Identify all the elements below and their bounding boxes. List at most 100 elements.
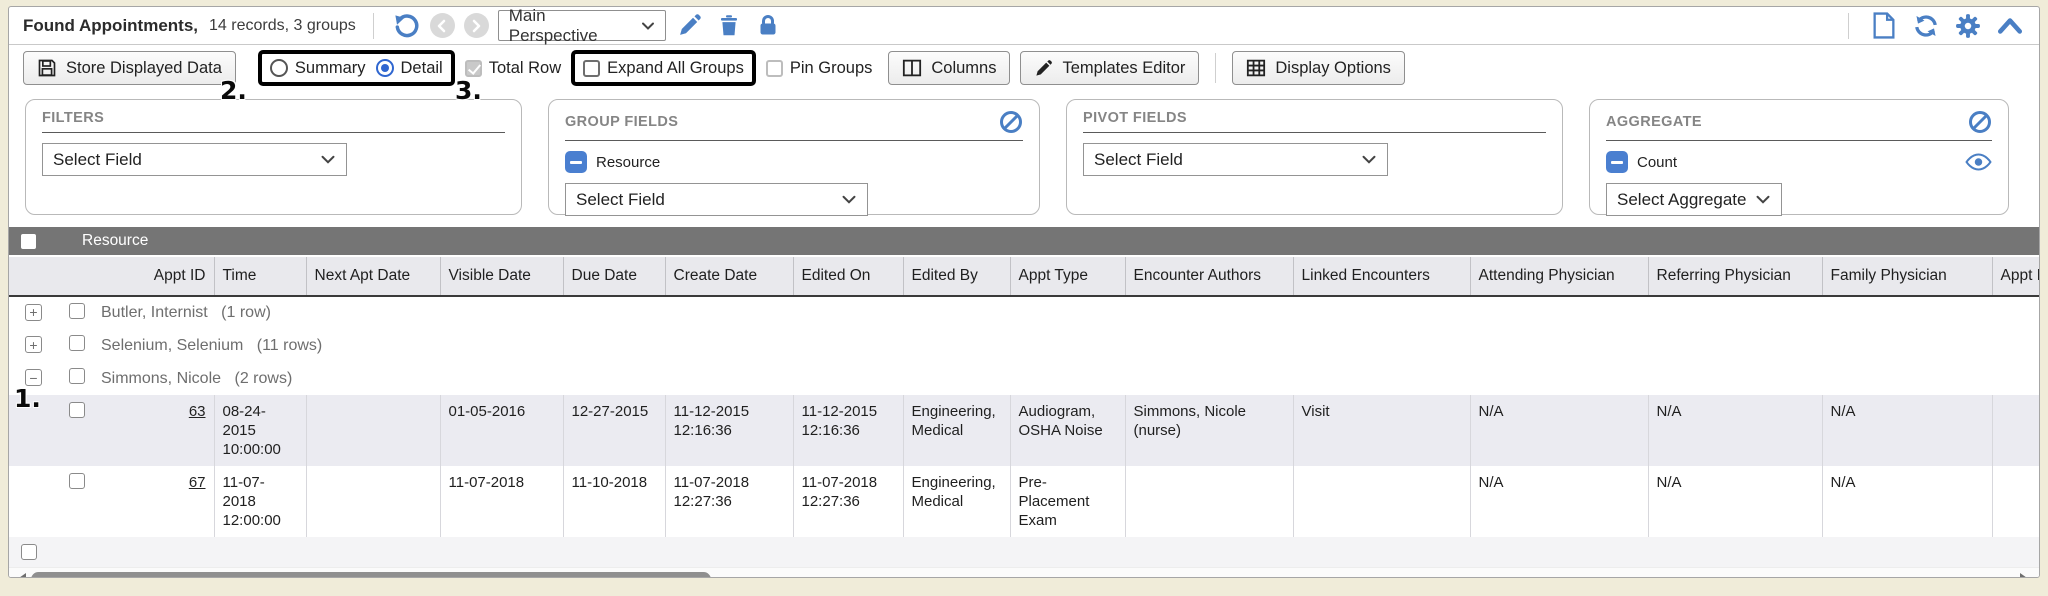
select-all-checkbox[interactable] <box>21 234 36 249</box>
column-header[interactable]: Due Date <box>563 256 665 296</box>
column-header[interactable]: Encounter Authors <box>1125 256 1293 296</box>
cell-family-physician: N/A <box>1822 395 1992 466</box>
checkbox-column-header <box>54 256 99 296</box>
aggregate-chip-label: Count <box>1637 154 1677 171</box>
save-icon <box>37 58 57 78</box>
cell-attending-physician: N/A <box>1470 466 1648 537</box>
column-header[interactable]: Linked Encounters <box>1293 256 1470 296</box>
templates-editor-button[interactable]: Templates Editor <box>1020 51 1199 85</box>
table-row: 63 08-24-2015 10:00:00 01-05-2016 12-27-… <box>9 395 2040 466</box>
total-row-checkbox[interactable]: Total Row <box>465 59 561 78</box>
column-header[interactable]: Next Apt Date <box>306 256 440 296</box>
column-header[interactable]: Appt ID <box>99 256 214 296</box>
remove-field-icon[interactable] <box>565 151 587 173</box>
column-header[interactable]: Appt Re <box>1992 256 2040 296</box>
edit-perspective-icon[interactable] <box>675 11 705 41</box>
table-footer-row <box>9 537 2039 567</box>
row-checkbox[interactable] <box>69 473 85 489</box>
cell-visible-date: 11-07-2018 <box>440 466 563 537</box>
appt-id-link[interactable]: 67 <box>189 474 206 491</box>
scrollbar-thumb[interactable] <box>31 572 711 578</box>
expand-all-groups-checkbox[interactable]: Expand All Groups <box>583 59 744 78</box>
radio-icon <box>270 59 288 77</box>
cell-linked-encounters: Visit <box>1293 395 1470 466</box>
delete-perspective-icon[interactable] <box>714 11 744 41</box>
group-name: Butler, Internist <box>101 304 208 321</box>
column-header[interactable]: Visible Date <box>440 256 563 296</box>
horizontal-scrollbar[interactable] <box>9 567 2039 578</box>
remove-aggregate-icon[interactable] <box>1606 151 1628 173</box>
annotation-step-2: 2. <box>220 76 247 105</box>
column-header[interactable]: Family Physician <box>1822 256 1992 296</box>
filters-panel: FILTERS Select Field <box>25 99 522 215</box>
refresh-icon[interactable] <box>1911 11 1941 41</box>
cell-time: 11-07-2018 12:00:00 <box>214 466 306 537</box>
group-row-count: (11 rows) <box>257 337 323 354</box>
cell-encounter-authors <box>1125 466 1293 537</box>
group-checkbox[interactable] <box>69 368 85 384</box>
store-displayed-data-label: Store Displayed Data <box>66 59 222 78</box>
display-options-button[interactable]: Display Options <box>1232 51 1405 85</box>
pivot-fields-select-field[interactable]: Select Field <box>1083 143 1388 176</box>
footer-checkbox[interactable] <box>21 544 37 560</box>
column-header[interactable]: Attending Physician <box>1470 256 1648 296</box>
row-checkbox[interactable] <box>69 402 85 418</box>
group-fields-select-value: Select Field <box>576 190 665 210</box>
appointments-table: Appt ID Time Next Apt Date Visible Date … <box>9 255 2040 537</box>
table-grid-icon <box>1246 59 1266 77</box>
chevron-down-icon <box>841 194 857 205</box>
gear-icon[interactable] <box>1953 11 1983 41</box>
undo-icon[interactable] <box>391 11 421 41</box>
filters-select-field[interactable]: Select Field <box>42 143 347 176</box>
pencil-icon <box>1034 59 1053 78</box>
cell-family-physician: N/A <box>1822 466 1992 537</box>
column-header[interactable]: Time <box>214 256 306 296</box>
scroll-left-icon[interactable] <box>16 573 26 578</box>
group-row-butler: + Butler, Internist (1 row) <box>9 296 2040 329</box>
lock-perspective-icon[interactable] <box>753 11 783 41</box>
visibility-eye-icon[interactable] <box>1965 152 1992 172</box>
columns-button[interactable]: Columns <box>888 51 1010 85</box>
history-back-icon[interactable] <box>430 13 455 38</box>
clear-group-fields-icon[interactable] <box>999 110 1023 134</box>
column-header[interactable]: Create Date <box>665 256 793 296</box>
checkbox-icon <box>766 60 783 77</box>
total-row-label: Total Row <box>489 59 561 78</box>
expand-all-groups-label: Expand All Groups <box>607 59 744 78</box>
new-document-icon[interactable] <box>1869 11 1899 41</box>
group-checkbox[interactable] <box>69 303 85 319</box>
pivot-fields-select-value: Select Field <box>1094 150 1183 170</box>
aggregate-title: AGGREGATE <box>1606 114 1702 130</box>
clear-aggregate-icon[interactable] <box>1968 110 1992 134</box>
column-header[interactable]: Referring Physician <box>1648 256 1822 296</box>
chevron-down-icon <box>641 21 655 31</box>
aggregate-chip-count: Count <box>1606 151 1992 173</box>
checkbox-checked-icon <box>465 60 482 77</box>
scroll-right-icon[interactable] <box>2020 573 2030 578</box>
group-header-label: Resource <box>82 232 148 250</box>
aggregate-select[interactable]: Select Aggregate <box>1606 183 1782 216</box>
history-forward-icon[interactable] <box>464 13 489 38</box>
cell-visible-date: 01-05-2016 <box>440 395 563 466</box>
pivot-fields-title: PIVOT FIELDS <box>1083 110 1187 126</box>
appt-id-link[interactable]: 63 <box>189 403 206 420</box>
toolbar: Store Displayed Data Summary Detail Tota… <box>9 45 2039 91</box>
column-header[interactable]: Edited On <box>793 256 903 296</box>
group-checkbox[interactable] <box>69 335 85 351</box>
group-fields-select-field[interactable]: Select Field <box>565 183 868 216</box>
expand-group-icon[interactable]: + <box>25 336 42 353</box>
cell-attending-physician: N/A <box>1470 395 1648 466</box>
column-header[interactable]: Edited By <box>903 256 1010 296</box>
cell-next-apt-date <box>306 395 440 466</box>
group-fields-panel: GROUP FIELDS Resource Select Field <box>548 99 1040 215</box>
detail-radio[interactable]: Detail <box>376 59 443 78</box>
cell-appt-type: Audiogram, OSHA Noise <box>1010 395 1125 466</box>
column-header[interactable]: Appt Type <box>1010 256 1125 296</box>
perspective-select[interactable]: Main Perspective <box>498 10 666 41</box>
group-row-count: (2 rows) <box>234 370 292 387</box>
store-displayed-data-button[interactable]: Store Displayed Data <box>23 51 236 85</box>
summary-radio[interactable]: Summary <box>270 59 366 78</box>
collapse-panel-icon[interactable] <box>1995 11 2025 41</box>
pin-groups-checkbox[interactable]: Pin Groups <box>766 59 873 78</box>
expand-group-icon[interactable]: + <box>25 304 42 321</box>
